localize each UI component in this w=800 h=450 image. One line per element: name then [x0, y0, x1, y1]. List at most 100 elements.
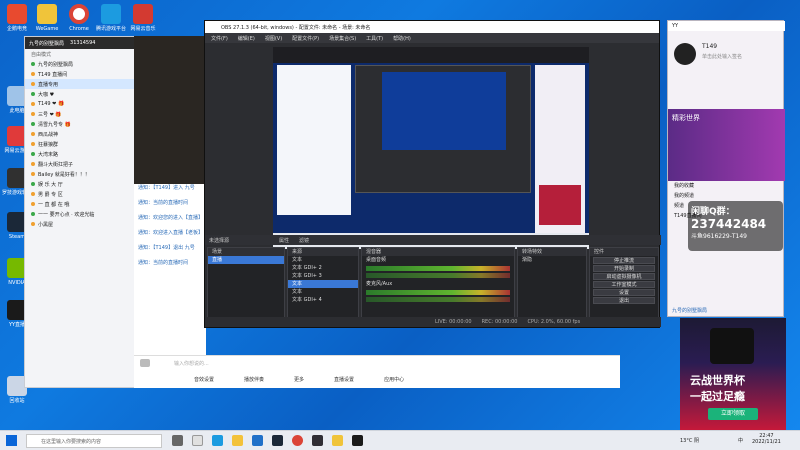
sources-dock: 来源 文本 文本 GDI+ 2 文本 GDI+ 3 文本 文本 文本 GDI+ 4 [287, 247, 359, 319]
desktop-icon-0[interactable]: 企鹅电竞 [2, 4, 32, 32]
room-item[interactable]: T149 ❤ 🎁 [25, 99, 135, 109]
control-button[interactable]: 开始录制 [593, 265, 655, 272]
room-label: 一一 要开心点 · 欢迎光临 [38, 211, 95, 218]
volume-slider[interactable] [366, 273, 510, 278]
room-label: 九号的别墅飘局 [38, 61, 74, 68]
room-item[interactable]: 一 直 都 在 哦 [25, 199, 135, 209]
obs-menu-item[interactable]: 帮助(H) [393, 35, 411, 42]
avatar[interactable] [674, 43, 696, 65]
taskbar: 在这里输入你要搜索的内容 13°C 阴 中 22:47 2022/11/21 [0, 430, 800, 450]
control-button[interactable]: 工作室模式 [593, 281, 655, 288]
yy-list-item[interactable]: 我的收藏 [668, 181, 785, 191]
source-item[interactable]: 文本 [288, 256, 358, 264]
transition-select[interactable]: 渐隐 [518, 256, 586, 264]
room-item[interactable]: 大咖 ♥ [25, 89, 135, 99]
mode-label: 自由模式 [31, 51, 52, 58]
room-item[interactable]: 九号的别墅飘局 [25, 59, 135, 69]
app-icon[interactable] [352, 435, 363, 446]
room-item[interactable]: Bailey 就是好看！！！ [25, 169, 135, 179]
user-sign[interactable]: 单击此处输入签名 [702, 53, 742, 60]
obs-menu-item[interactable]: 视图(V) [265, 35, 282, 42]
channel-id: 31314594 [70, 40, 96, 46]
status-item: CPU: 2.0%, 60.00 fps [527, 319, 581, 325]
chat-tool-button[interactable]: 音效设置 [194, 376, 214, 386]
chat-tool-button[interactable]: 直播设置 [334, 376, 354, 386]
desktop-icon-3[interactable]: 腾讯游戏平台 [96, 4, 126, 32]
ime-indicator[interactable]: 中 [738, 437, 743, 444]
banner[interactable]: 精彩世界 [668, 109, 785, 181]
source-item[interactable]: 文本 GDI+ 3 [288, 272, 358, 280]
control-button[interactable]: 退出 [593, 297, 655, 304]
scene-item[interactable]: 直播 [208, 256, 284, 264]
control-button[interactable]: 启动虚拟摄像机 [593, 273, 655, 280]
obs-menu-item[interactable]: 场景集合(S) [329, 35, 356, 42]
room-label: 翻斗大街扛把子 [38, 161, 74, 168]
yy-mini-panel: YY T149 单击此处输入签名 精彩世界 我的收藏我的频道频道T149直播间 … [667, 20, 785, 317]
room-item[interactable]: 西瓜战神 [25, 129, 135, 139]
icon-label: Chrome [69, 26, 89, 32]
chat-tool-button[interactable]: 播放伴奏 [244, 376, 264, 386]
emoji-icon[interactable] [140, 359, 150, 367]
room-item[interactable]: T149 直播间 [25, 69, 135, 79]
room-item[interactable]: 直播专用 [25, 79, 135, 89]
control-button[interactable]: 停止推流 [593, 257, 655, 264]
edge-icon[interactable] [212, 435, 223, 446]
room-item[interactable]: 清雪九号专 🎁 [25, 119, 135, 129]
source-item[interactable]: 文本 [288, 280, 358, 288]
clock[interactable]: 22:47 2022/11/21 [752, 433, 781, 445]
search-box[interactable]: 在这里输入你要搜索的内容 [26, 434, 162, 448]
obs-menu-item[interactable]: 编辑(E) [238, 35, 255, 42]
volume-slider[interactable] [366, 297, 510, 302]
obs-menu-item[interactable]: 工具(T) [366, 35, 383, 42]
windows-start-icon[interactable] [6, 435, 17, 446]
obs-menu-item[interactable]: 配置文件(P) [292, 35, 319, 42]
chat-tool-button[interactable]: 更多 [294, 376, 304, 386]
folder-icon[interactable] [232, 435, 243, 446]
store-icon[interactable] [252, 435, 263, 446]
steam-icon[interactable] [272, 435, 283, 446]
obs-icon[interactable] [312, 435, 323, 446]
status-dot-icon [31, 212, 35, 216]
status-dot-icon [31, 132, 35, 136]
desktop: { "desktop": { "icons": [ {"label":"企鹅电竞… [0, 0, 800, 450]
room-item[interactable]: 翻斗大街扛把子 [25, 159, 135, 169]
sub-channel[interactable]: 九号的别墅飘局 [672, 307, 707, 314]
desktop-icon-1[interactable]: WeGame [32, 4, 62, 32]
app-icon[interactable] [192, 435, 203, 446]
yy-icon[interactable] [332, 435, 343, 446]
icon-label: 回收站 [9, 398, 25, 404]
obs-preview[interactable] [273, 47, 589, 249]
weather[interactable]: 13°C 阴 [680, 437, 699, 444]
source-item[interactable]: 文本 GDI+ 2 [288, 264, 358, 272]
props-button[interactable]: 属性 [279, 237, 289, 244]
chat-input[interactable]: 输入你想说的... [174, 360, 209, 367]
source-item[interactable]: 文本 GDI+ 4 [288, 296, 358, 304]
control-button[interactable]: 设置 [593, 289, 655, 296]
status-dot-icon [31, 62, 35, 66]
room-label: 三号 ❤ 🎁 [38, 111, 62, 118]
room-label: 小黑屋 [38, 221, 54, 228]
obs-menu-item[interactable]: 文件(F) [211, 35, 228, 42]
chrome-icon[interactable] [292, 435, 303, 446]
mixer-dock: 混音器 桌面音频 麦克风/Aux [361, 247, 515, 319]
desktop-icon-2[interactable]: Chrome [64, 4, 94, 32]
chat-toolbar: 音效设置 播放伴奏 更多 直播设置 应用中心 [134, 376, 620, 386]
room-item[interactable]: 三号 ❤ 🎁 [25, 109, 135, 119]
ad-button[interactable]: 立即领取 [708, 408, 758, 420]
source-item[interactable]: 文本 [288, 288, 358, 296]
room-item[interactable]: 大湾末路 [25, 149, 135, 159]
desktop-icon-4[interactable]: 网易云音乐 [128, 4, 158, 32]
chat-tool-button[interactable]: 应用中心 [384, 376, 404, 386]
room-item[interactable]: 娱 乐 大 厅 [25, 179, 135, 189]
audio-meter [366, 266, 510, 271]
chat-message: 通知：【T149】进入 九号 [138, 185, 195, 191]
room-item[interactable]: 男 爵 专 区 [25, 189, 135, 199]
yy-list-item[interactable]: 我的频道 [668, 191, 785, 201]
room-item[interactable]: 狂暴狼群 [25, 139, 135, 149]
room-item[interactable]: 一一 要开心点 · 欢迎光临 [25, 209, 135, 219]
room-item[interactable]: 小黑屋 [25, 219, 135, 229]
filters-button[interactable]: 滤镜 [299, 237, 309, 244]
chat-message: 通知：当前的直播时间 [138, 260, 189, 266]
mixer-title: 混音器 [362, 248, 514, 256]
task-view-icon[interactable] [172, 435, 183, 446]
